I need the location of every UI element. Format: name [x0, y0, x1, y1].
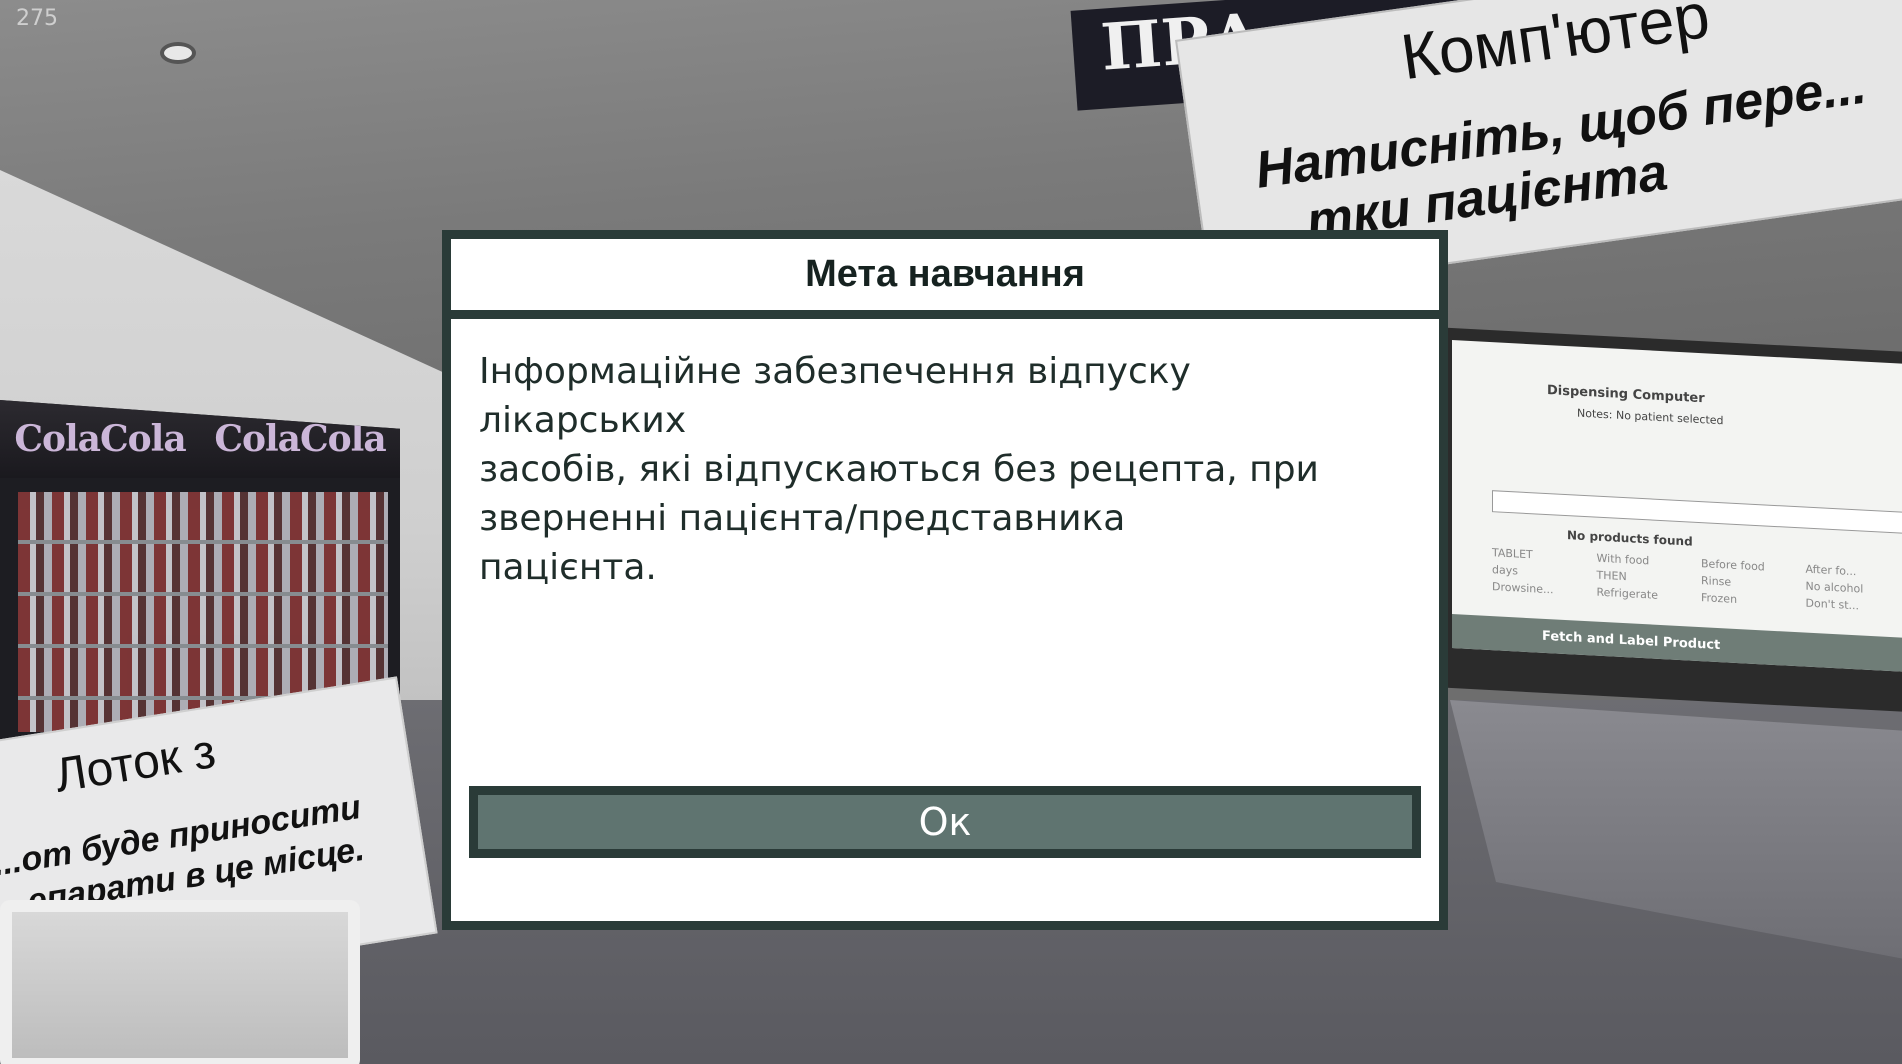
- monitor-option: Drowsine...: [1492, 580, 1554, 597]
- dialog-title: Мета навчання: [805, 253, 1085, 295]
- monitor-option: THEN: [1596, 568, 1627, 584]
- dialog-body-text: Інформаційне забезпечення відпуску лікар…: [479, 351, 1319, 588]
- ok-button-label: Ок: [918, 800, 972, 844]
- ceiling-light: [160, 42, 196, 64]
- monitor-product-search-field: [1492, 490, 1902, 535]
- fridge-brand-logo: ColaCola: [14, 418, 186, 460]
- computer-sign-title: Комп'ютер: [1396, 0, 1714, 94]
- monitor-title: Dispensing Computer: [1547, 383, 1705, 407]
- monitor-no-products: No products found: [1567, 528, 1693, 549]
- monitor-option: TABLET: [1492, 546, 1533, 562]
- dialog-header: Мета навчання: [451, 239, 1439, 319]
- monitor-option: Frozen: [1701, 591, 1738, 606]
- ok-button[interactable]: Ок: [469, 786, 1421, 858]
- fps-counter: 275: [16, 6, 58, 31]
- monitor-option: Refrigerate: [1596, 585, 1658, 602]
- learning-goal-dialog: Мета навчання Інформаційне забезпечення …: [442, 230, 1448, 930]
- monitor-option: With food: [1596, 551, 1650, 568]
- monitor-option: Rinse: [1701, 574, 1732, 589]
- monitor-option: days: [1492, 563, 1518, 578]
- monitor-option: No alcohol: [1805, 579, 1864, 596]
- monitor-option: Before food: [1701, 557, 1765, 574]
- dispensing-monitor[interactable]: Dispensing Computer Notes: No patient se…: [1440, 327, 1902, 713]
- monitor-option: Don't st...: [1805, 596, 1860, 613]
- tray-sign-title: Лоток з: [51, 725, 220, 803]
- monitor-notes: Notes: No patient selected: [1577, 406, 1724, 428]
- monitor-fetch-label-button: Fetch and Label Product: [1452, 614, 1902, 673]
- monitor-label-options: TABLET With food Before food After fo...…: [1492, 546, 1902, 615]
- monitor-screen: Dispensing Computer Notes: No patient se…: [1452, 340, 1902, 673]
- dispensing-tray[interactable]: [0, 900, 360, 1064]
- monitor-option: After fo...: [1805, 562, 1857, 579]
